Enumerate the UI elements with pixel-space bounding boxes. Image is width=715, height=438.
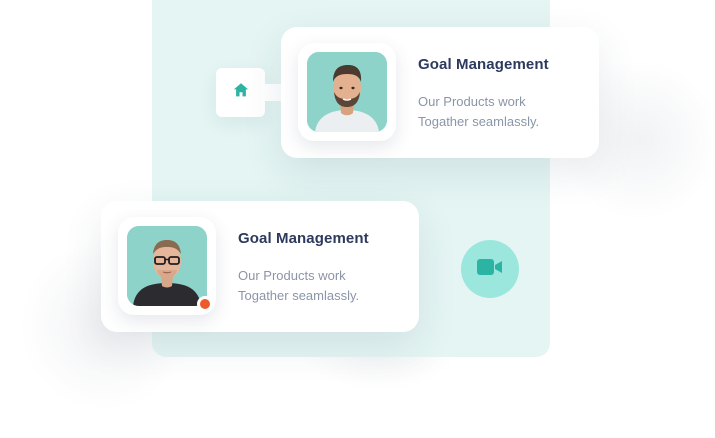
- description-line: Togather seamlassly.: [418, 114, 540, 129]
- home-tab[interactable]: [216, 68, 283, 117]
- video-camera-icon: [477, 258, 503, 281]
- card-title: Goal Management: [238, 230, 369, 247]
- home-icon: [232, 81, 250, 104]
- description-line: Our Products work: [238, 268, 346, 283]
- man-with-glasses-avatar: [127, 226, 207, 306]
- card-description: Our Products work Togather seamlassly.: [418, 92, 588, 132]
- avatar-frame: [298, 43, 396, 141]
- description-line: Our Products work: [418, 94, 526, 109]
- avatar-frame: [118, 217, 216, 315]
- card-title: Goal Management: [418, 56, 549, 73]
- status-dot: [197, 296, 213, 312]
- description-line: Togather seamlassly.: [238, 288, 360, 303]
- profile-card[interactable]: Goal Management Our Products work Togath…: [101, 201, 419, 332]
- man-with-beard-avatar: [307, 52, 387, 132]
- profile-card[interactable]: Goal Management Our Products work Togath…: [281, 27, 599, 158]
- tab-connector: [263, 84, 283, 101]
- card-description: Our Products work Togather seamlassly.: [238, 266, 408, 306]
- video-call-button[interactable]: [461, 240, 519, 298]
